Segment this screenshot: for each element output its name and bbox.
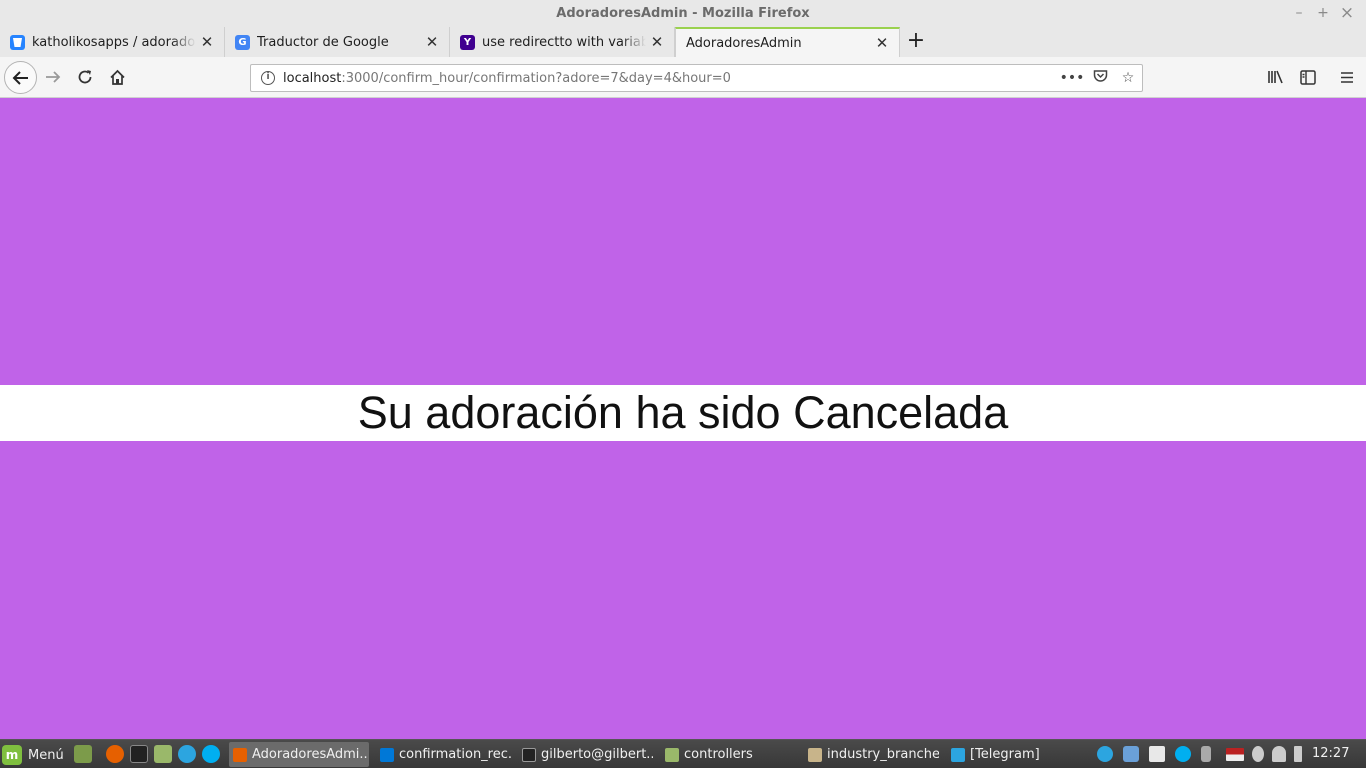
bitbucket-icon — [10, 34, 25, 50]
pocket-icon[interactable] — [1086, 69, 1114, 87]
close-tab-icon[interactable]: ✕ — [871, 34, 893, 52]
page-actions-icon[interactable]: ••• — [1058, 70, 1086, 86]
files-launcher-icon[interactable] — [154, 745, 172, 763]
close-window-button[interactable]: × — [1338, 4, 1356, 22]
task-label: gilberto@gilbert... — [541, 747, 653, 762]
site-info-icon[interactable]: i — [261, 71, 275, 85]
menu-label: Menú — [28, 747, 64, 763]
taskbar-item-editor[interactable]: industry_branche... — [804, 742, 939, 767]
terminal-launcher-icon[interactable] — [130, 745, 148, 763]
reload-icon — [78, 70, 92, 84]
home-icon — [109, 69, 125, 85]
close-tab-icon[interactable]: ✕ — [646, 33, 668, 51]
mint-logo-icon: m — [2, 745, 22, 765]
taskbar: m Menú AdoradoresAdmi... confirmation_re… — [0, 739, 1366, 768]
window-title: AdoradoresAdmin - Mozilla Firefox — [556, 6, 810, 21]
task-label: industry_branche... — [827, 747, 939, 762]
home-button[interactable] — [102, 62, 132, 92]
reload-button[interactable] — [70, 62, 100, 92]
tab-google-translate[interactable]: G Traductor de Google ✕ — [225, 27, 450, 57]
url-path: :3000/confirm_hour/confirmation?adore=7&… — [341, 70, 731, 86]
firefox-launcher-icon[interactable] — [106, 745, 124, 763]
show-desktop-icon[interactable] — [74, 745, 92, 763]
url-text[interactable]: localhost:3000/confirm_hour/confirmation… — [283, 71, 1058, 86]
library-button[interactable] — [1261, 62, 1291, 92]
yahoo-icon: Y — [460, 34, 475, 50]
taskbar-item-telegram[interactable]: [Telegram] — [947, 742, 1082, 767]
bookmark-star-icon[interactable]: ☆ — [1114, 70, 1142, 86]
task-label: controllers — [684, 747, 753, 762]
bluetooth-tray-icon[interactable] — [1201, 746, 1211, 762]
google-translate-icon: G — [235, 34, 250, 50]
vscode-icon — [380, 747, 394, 762]
firefox-icon — [233, 747, 247, 762]
user-tray-icon[interactable] — [1252, 746, 1264, 762]
task-label: confirmation_rec... — [399, 747, 511, 762]
hamburger-menu-icon — [1341, 71, 1353, 83]
back-arrow-icon — [12, 70, 28, 85]
task-label: [Telegram] — [970, 747, 1040, 762]
skype-launcher-icon[interactable] — [202, 745, 220, 763]
close-tab-icon[interactable]: ✕ — [421, 33, 443, 51]
maximize-button[interactable]: + — [1314, 4, 1332, 22]
slack-tray-icon[interactable] — [1149, 746, 1165, 762]
keyboard-layout-flag-icon[interactable] — [1226, 748, 1244, 761]
taskbar-clock[interactable]: 12:27 — [1312, 746, 1349, 761]
message-banner: Su adoración ha sido Cancelada — [0, 385, 1366, 441]
telegram-tray-icon[interactable] — [1097, 746, 1113, 762]
url-bar[interactable]: i localhost:3000/confirm_hour/confirmati… — [250, 64, 1143, 92]
battery-tray-icon[interactable] — [1294, 746, 1302, 762]
tab-label: use redirectto with variable rails — [482, 34, 646, 50]
taskbar-item-vscode[interactable]: confirmation_rec... — [376, 742, 511, 767]
close-tab-icon[interactable]: ✕ — [196, 33, 218, 51]
task-label: AdoradoresAdmi... — [252, 747, 369, 762]
tab-bitbucket[interactable]: katholikosapps / adoradores-admin ✕ — [0, 27, 225, 57]
telegram-launcher-icon[interactable] — [178, 745, 196, 763]
folder-icon — [665, 747, 679, 762]
text-editor-icon — [808, 747, 822, 762]
shield-tray-icon[interactable] — [1123, 746, 1139, 762]
forward-arrow-icon — [46, 71, 61, 83]
tab-strip: katholikosapps / adoradores-admin ✕ G Tr… — [0, 27, 1366, 57]
taskbar-item-folder[interactable]: controllers — [661, 742, 796, 767]
new-tab-button[interactable]: + — [903, 27, 929, 57]
library-icon — [1268, 70, 1283, 84]
page-content: Su adoración ha sido Cancelada — [0, 99, 1366, 739]
cancellation-message: Su adoración ha sido Cancelada — [357, 387, 1009, 438]
main-menu-button[interactable] — [1332, 62, 1362, 92]
taskbar-item-terminal[interactable]: gilberto@gilbert... — [518, 742, 653, 767]
tab-label: Traductor de Google — [257, 34, 389, 50]
navigation-toolbar: i localhost:3000/confirm_hour/confirmati… — [0, 57, 1366, 98]
skype-tray-icon[interactable] — [1175, 746, 1191, 762]
taskbar-item-firefox[interactable]: AdoradoresAdmi... — [229, 742, 369, 767]
terminal-icon — [522, 747, 536, 762]
tab-label: AdoradoresAdmin — [686, 35, 802, 51]
back-button[interactable] — [4, 61, 37, 94]
sidebar-button[interactable] — [1293, 62, 1323, 92]
sidebar-icon — [1300, 69, 1316, 85]
tab-label: katholikosapps / adoradores-admin — [32, 34, 196, 50]
wifi-tray-icon[interactable] — [1272, 746, 1286, 762]
url-host: localhost — [283, 70, 342, 86]
window-titlebar: AdoradoresAdmin - Mozilla Firefox – + × — [0, 0, 1366, 27]
minimize-button[interactable]: – — [1290, 4, 1308, 22]
tab-yahoo[interactable]: Y use redirectto with variable rails ✕ — [450, 27, 675, 57]
tab-adoradoresadmin[interactable]: AdoradoresAdmin ✕ — [675, 27, 900, 57]
start-menu-button[interactable]: m Menú — [2, 743, 64, 767]
forward-button[interactable] — [38, 62, 68, 92]
telegram-icon — [951, 747, 965, 762]
